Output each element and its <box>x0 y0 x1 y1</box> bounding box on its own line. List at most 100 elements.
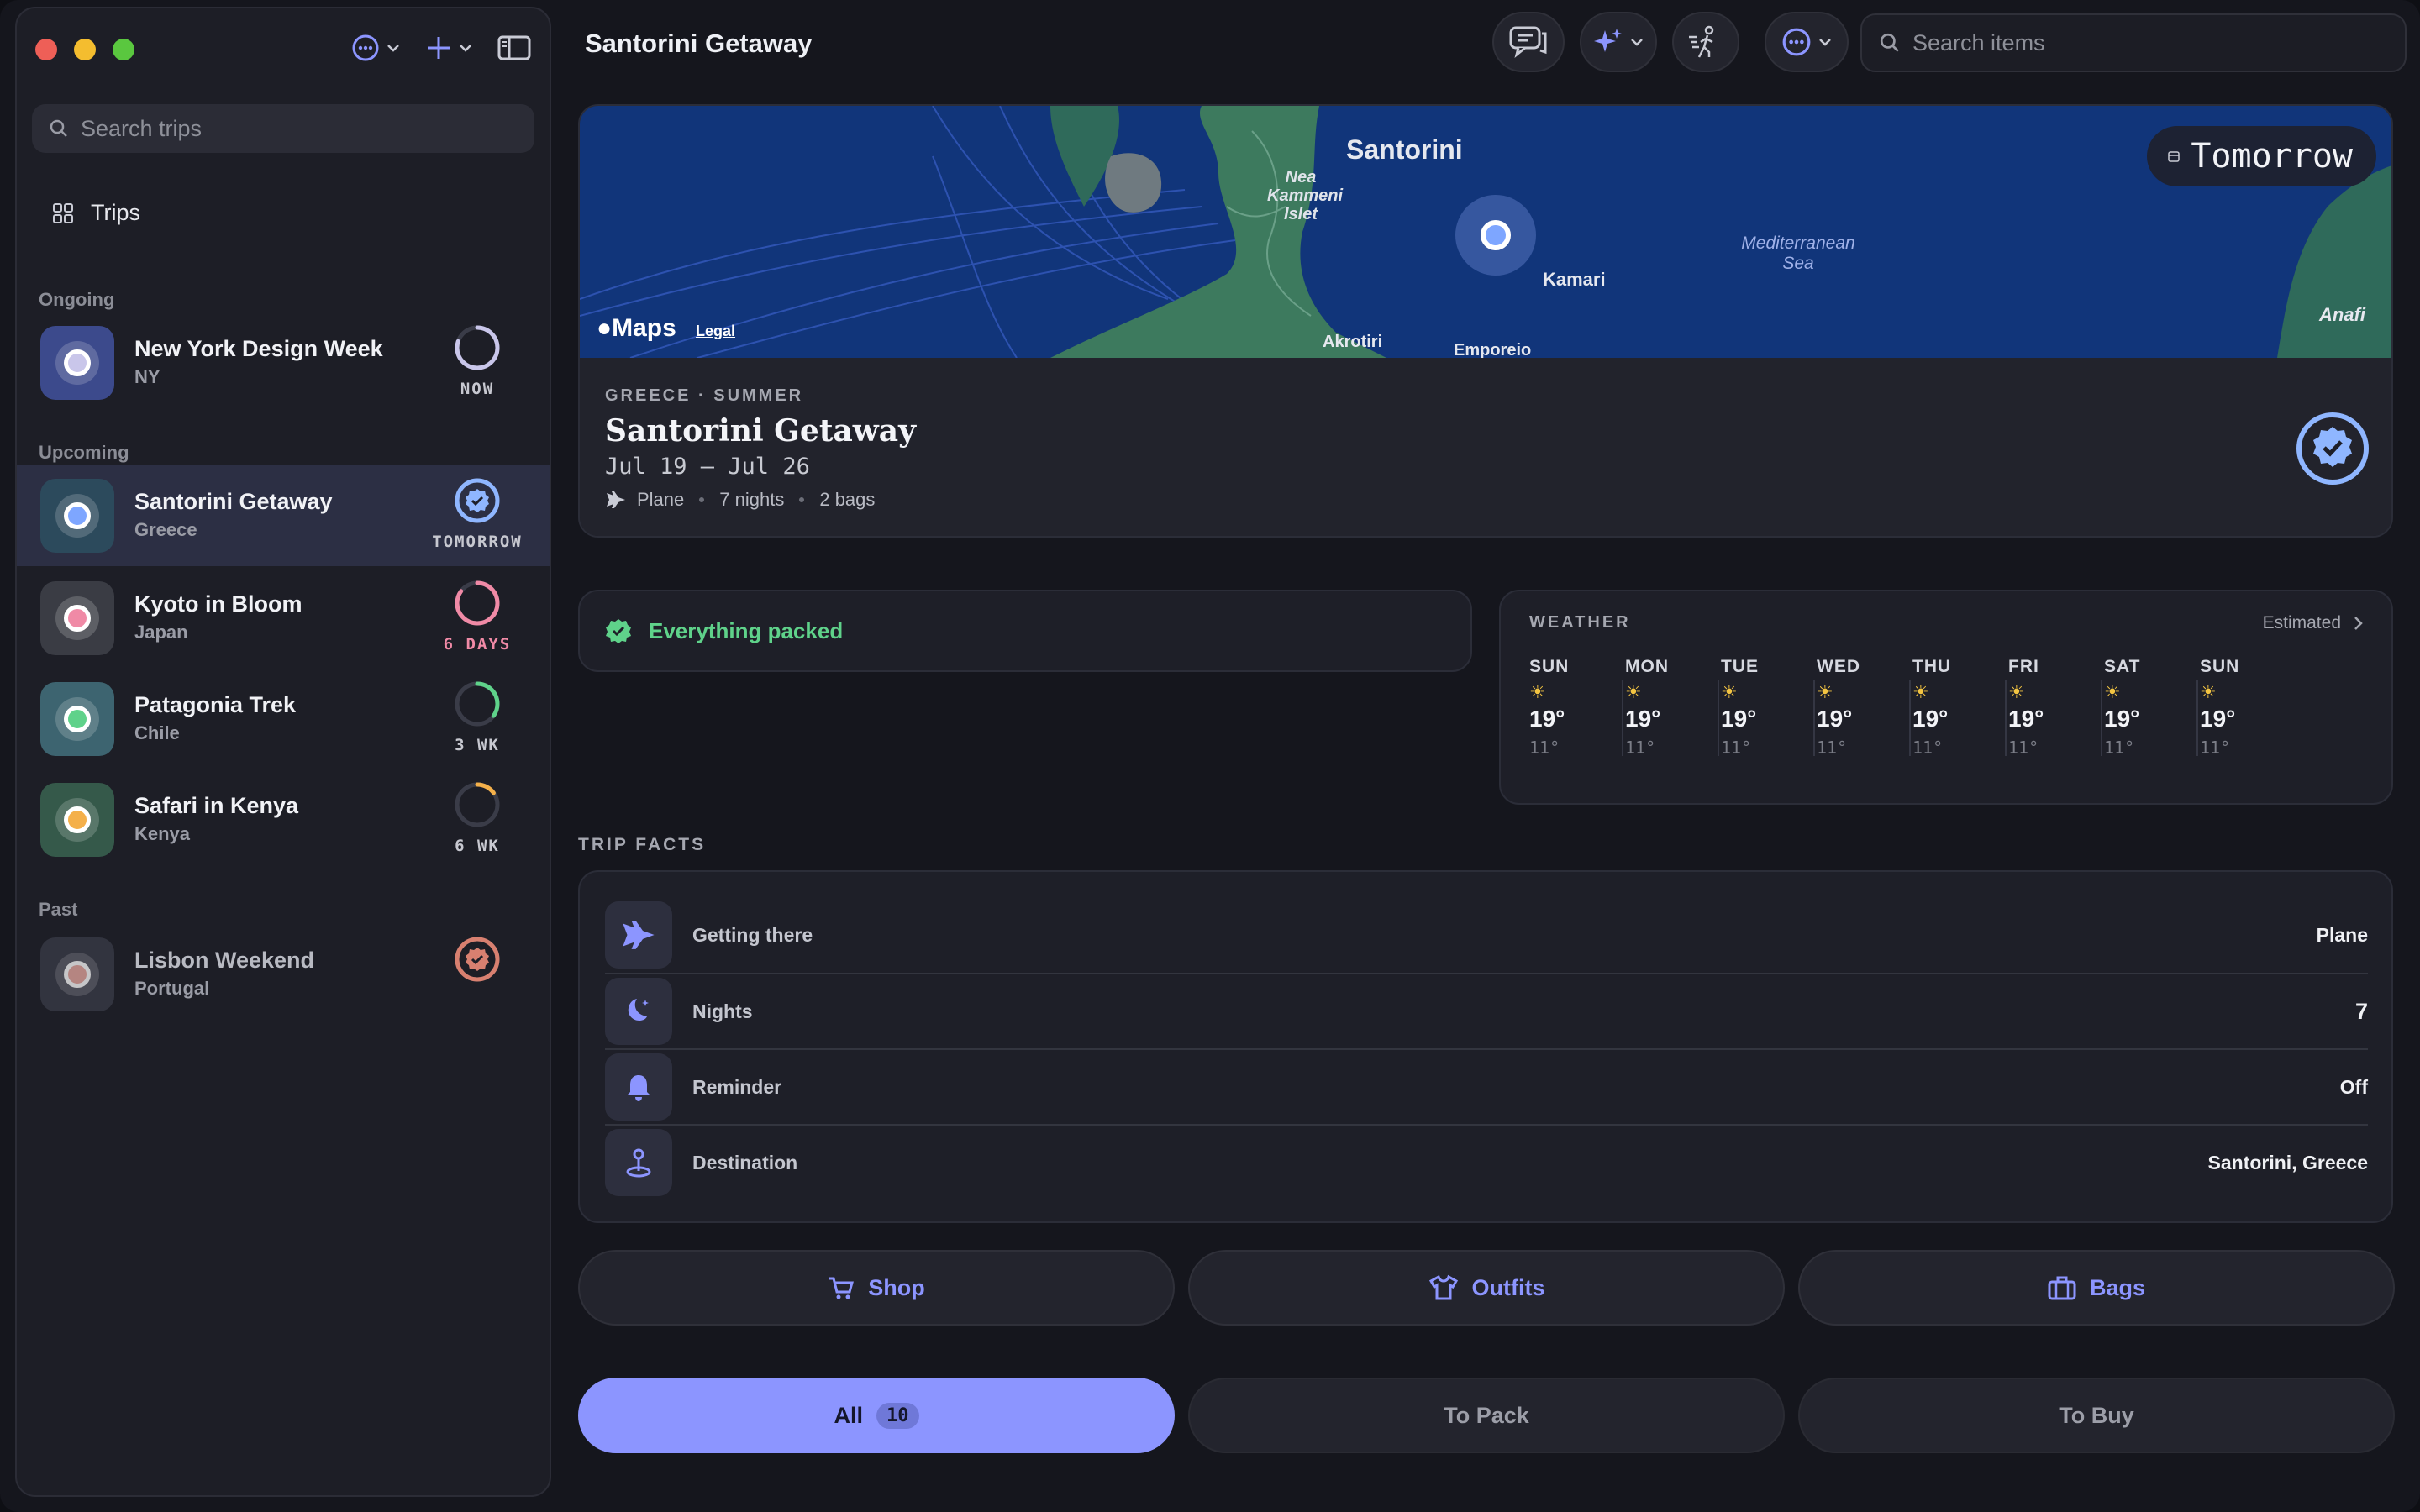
countdown-ring-icon <box>455 325 500 370</box>
trip-countdown: 3 WK <box>455 736 500 754</box>
trip-summary-card: Santorini Nea Kammeni Islet Kamari Akrot… <box>578 104 2393 538</box>
forecast-day-name: SUN <box>2200 657 2240 676</box>
trip-location-dot <box>64 605 91 632</box>
trip-location-dot <box>64 806 91 833</box>
trip-item-patagonia[interactable]: Patagonia Trek Chile 3 WK <box>17 669 550 769</box>
apple-logo-icon: ● <box>597 314 613 342</box>
forecast-days: SUN ☀ 19° 11° MON ☀ 19° 11° TUE ☀ 19° 11… <box>1529 657 2296 766</box>
trip-name: Patagonia Trek <box>134 692 297 717</box>
zoom-window-button[interactable] <box>113 39 134 60</box>
fact-label: Nights <box>692 1000 753 1022</box>
sun-icon: ☀ <box>1529 681 1546 702</box>
trips-nav-label: Trips <box>91 200 140 225</box>
sparkles-icon <box>1594 29 1622 52</box>
forecast-high: 19° <box>1529 706 1565 732</box>
bags-button[interactable]: Bags <box>1798 1250 2395 1326</box>
forecast-high: 19° <box>1817 706 1853 732</box>
countdown-badge: Tomorrow <box>2147 126 2376 186</box>
fact-row-destination[interactable]: Destination Santorini, Greece <box>605 1124 2368 1200</box>
bags-button-label: Bags <box>2089 1274 2146 1300</box>
ellipsis-circle-icon <box>1782 28 1811 56</box>
minimize-window-button[interactable] <box>74 39 96 60</box>
location-pin-icon <box>626 1148 651 1178</box>
more-options-button[interactable] <box>1765 12 1849 72</box>
section-label-ongoing: Ongoing <box>39 289 115 310</box>
trip-subtitle: Kenya <box>134 823 191 844</box>
sidebar-icon <box>497 35 531 60</box>
forecast-low: 11° <box>1912 738 1944 758</box>
trip-meta: Plane 7 nights 2 bags <box>605 489 875 511</box>
forecast-high: 19° <box>1625 706 1661 732</box>
shop-button-label: Shop <box>868 1274 925 1300</box>
trip-thumbnail <box>40 326 114 400</box>
bell-icon <box>627 1075 650 1101</box>
search-trips-input[interactable] <box>81 115 518 142</box>
map-label-sea: Mediterranean Sea <box>1741 234 1855 273</box>
departure-button[interactable] <box>1672 12 1739 72</box>
fact-label: Reminder <box>692 1075 782 1098</box>
shop-button[interactable]: Shop <box>578 1250 1175 1326</box>
map-label-akrotiri: Akrotiri <box>1323 333 1383 351</box>
fact-row-getting-there[interactable]: Getting there Plane <box>605 897 2368 973</box>
map-label-anafi: Anafi <box>2319 304 2365 325</box>
toggle-sidebar-button[interactable] <box>497 35 531 60</box>
forecast-low: 11° <box>1529 738 1560 758</box>
filter-all-button[interactable]: All 10 <box>578 1378 1175 1453</box>
forecast-high: 19° <box>2008 706 2044 732</box>
trip-thumbnail <box>40 783 114 857</box>
trip-item-kenya[interactable]: Safari in Kenya Kenya 6 WK <box>17 769 550 870</box>
filter-to-pack-label: To Pack <box>1444 1402 1529 1428</box>
filter-to-buy-button[interactable]: To Buy <box>1798 1378 2395 1453</box>
fact-row-nights[interactable]: Nights 7 <box>605 973 2368 1048</box>
meta-separator <box>799 497 805 502</box>
trip-item-new-york[interactable]: New York Design Week NY NOW <box>17 312 550 413</box>
verified-check-icon[interactable] <box>2294 410 2371 487</box>
packing-status-card[interactable]: Everything packed <box>578 590 1472 672</box>
forecast-low: 11° <box>2200 738 2231 758</box>
plane-icon <box>607 491 625 508</box>
fact-value: Off <box>2339 1075 2368 1098</box>
search-icon <box>1880 33 1899 52</box>
add-trip-button[interactable] <box>425 34 472 61</box>
trip-subtitle: Portugal <box>134 978 210 999</box>
chevron-right-icon <box>2354 617 2363 630</box>
filter-to-pack-button[interactable]: To Pack <box>1188 1378 1785 1453</box>
countdown-ring-icon <box>455 580 500 626</box>
close-window-button[interactable] <box>35 39 57 60</box>
fact-value: Santorini, Greece <box>2207 1151 2368 1173</box>
forecast-day-name: SUN <box>1529 657 1570 676</box>
map-view[interactable]: Santorini Nea Kammeni Islet Kamari Akrot… <box>580 106 2391 360</box>
ellipsis-circle-icon <box>352 34 379 61</box>
trip-item-kyoto[interactable]: Kyoto in Bloom Japan 6 DAYS <box>17 568 550 669</box>
trip-item-lisbon[interactable]: Lisbon Weekend Portugal <box>17 924 550 1025</box>
trips-nav-item[interactable]: Trips <box>52 200 140 226</box>
countdown-ring-icon <box>455 782 500 827</box>
fact-label: Destination <box>692 1151 798 1173</box>
forecast-day-name: THU <box>1912 657 1952 676</box>
ai-suggest-button[interactable] <box>1580 12 1657 72</box>
forecast-day: WED ☀ 19° 11° <box>1813 657 1912 766</box>
destination-pin[interactable] <box>1455 195 1536 276</box>
forecast-day: MON ☀ 19° 11° <box>1622 657 1721 766</box>
trip-name: Santorini Getaway <box>134 489 333 514</box>
weather-estimated-link[interactable]: Estimated <box>2263 613 2363 633</box>
chevron-down-icon <box>387 45 399 52</box>
fact-row-reminder[interactable]: Reminder Off <box>605 1048 2368 1124</box>
search-items-input[interactable] <box>1912 29 2383 56</box>
more-menu-button[interactable] <box>351 34 400 62</box>
trip-countdown: 6 DAYS <box>443 635 512 654</box>
weather-title: WEATHER <box>1529 613 1631 632</box>
trip-category: GREECE · SUMMER <box>605 386 804 405</box>
grid-icon <box>53 202 73 223</box>
search-trips-field[interactable] <box>32 104 534 153</box>
forecast-day: SUN ☀ 19° 11° <box>2196 657 2296 766</box>
legal-link[interactable]: Legal <box>696 323 735 340</box>
outfits-button[interactable]: Outfits <box>1188 1250 1785 1326</box>
check-badge-icon <box>606 619 631 643</box>
trip-item-santorini[interactable]: Santorini Getaway Greece TOMORROW <box>17 465 550 566</box>
chat-button[interactable] <box>1492 12 1565 72</box>
trip-subtitle: Japan <box>134 622 188 643</box>
search-items-field[interactable] <box>1860 13 2407 72</box>
forecast-low: 11° <box>1625 738 1656 758</box>
sun-icon: ☀ <box>2200 681 2217 702</box>
